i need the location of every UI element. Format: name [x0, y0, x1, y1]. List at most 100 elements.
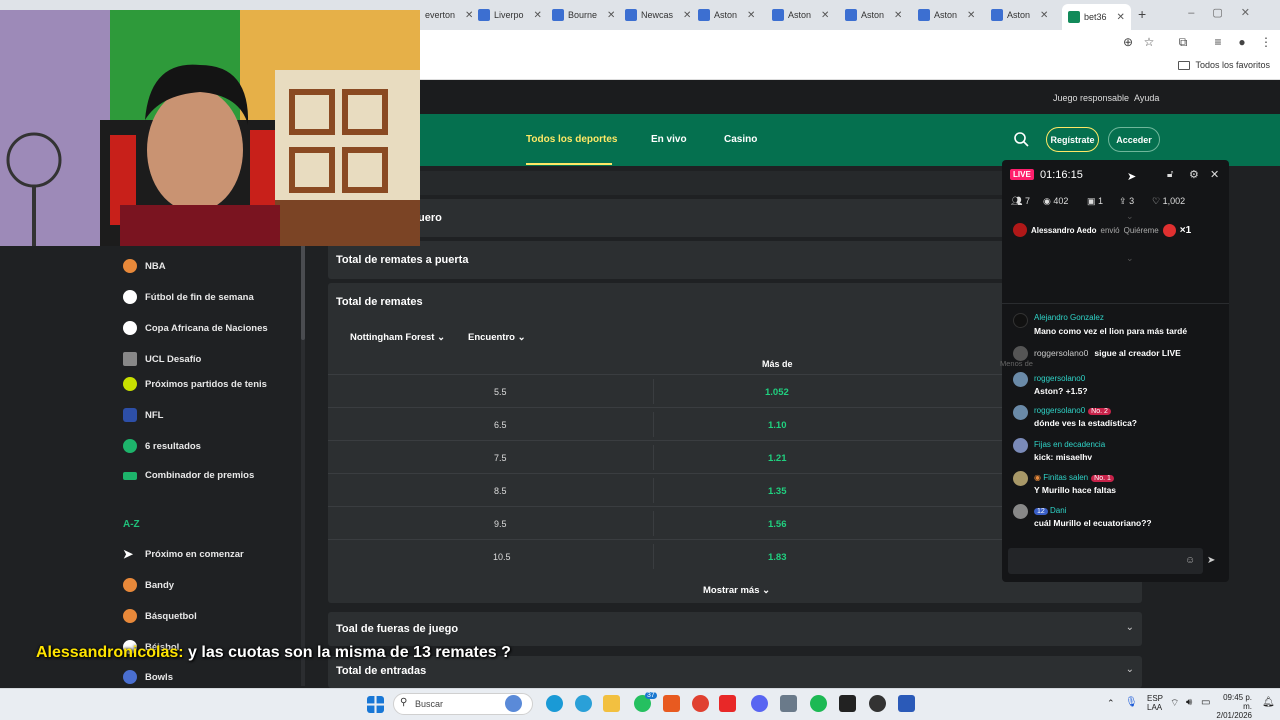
tab-close-icon[interactable]: ✕	[747, 10, 755, 21]
tab-label: everton	[425, 10, 456, 20]
sidebar-item-nba[interactable]: NBA	[123, 259, 166, 273]
profile-avatar[interactable]: ●	[1234, 34, 1250, 50]
browser-tab[interactable]: Aston ✕	[991, 4, 1048, 26]
media-icon[interactable]: ≡	[1210, 34, 1226, 50]
odds-button[interactable]: 1.35	[768, 486, 787, 497]
tab-close-icon[interactable]: ✕	[1117, 12, 1125, 23]
gift-count: ×1	[1179, 224, 1192, 236]
responsible-gambling-link[interactable]: Juego responsable	[1053, 93, 1129, 103]
tab-close-icon[interactable]: ✕	[607, 10, 615, 21]
extensions-icon[interactable]: ⧉	[1175, 34, 1191, 50]
lock-icon[interactable]: 🔓︎	[1167, 169, 1173, 180]
zoom-icon[interactable]: ⊕	[1120, 34, 1136, 50]
tab-favicon-icon	[698, 9, 710, 21]
sidebar-item-six-results[interactable]: 6 resultados	[123, 439, 201, 453]
tab-close-icon[interactable]: ✕	[967, 10, 975, 21]
sidebar-item-prize-combiner[interactable]: Combinador de premios	[123, 470, 254, 481]
odds-button[interactable]: 1.052	[765, 387, 789, 398]
volume-icon[interactable]: 🔊︎	[1186, 697, 1192, 708]
login-button[interactable]: Acceder	[1108, 127, 1160, 152]
sidebar-item-starting-soon[interactable]: ➤ Próximo en comenzar	[123, 547, 244, 561]
clock[interactable]: 09:45 p. m. 2/01/2026	[1212, 693, 1252, 720]
market-bar-offsides[interactable]: Toal de fueras de juego ⌄	[328, 612, 1142, 646]
tab-close-icon[interactable]: ✕	[465, 10, 473, 21]
odds-button[interactable]: 1.83	[768, 552, 787, 563]
sidebar-item-label: Básquetbol	[145, 610, 197, 622]
register-button[interactable]: Regístrate	[1046, 127, 1099, 152]
windows-start-icon[interactable]	[367, 696, 384, 713]
typora-icon[interactable]	[719, 695, 736, 712]
calculator-icon[interactable]	[780, 695, 797, 712]
tab-label: Aston	[788, 10, 812, 20]
word-icon[interactable]	[898, 695, 915, 712]
tab-close-icon[interactable]: ✕	[534, 10, 542, 21]
level-badge: 12	[1034, 508, 1048, 515]
language-indicator[interactable]: ESP LAA	[1147, 694, 1163, 712]
chat-username: Alejandro Gonzalez	[1034, 313, 1104, 322]
spotify-icon[interactable]	[810, 695, 827, 712]
browser-tab[interactable]: Aston ✕	[772, 4, 829, 26]
browser-tab[interactable]: Bourne ✕	[552, 4, 615, 26]
browser-tab[interactable]: Liverpo ✕	[478, 4, 542, 26]
odds-button[interactable]: 1.10	[768, 420, 787, 431]
chat-input[interactable]	[1008, 548, 1203, 574]
chat-username: Fijas en decadencia	[1034, 440, 1106, 449]
sidebar-item-nfl[interactable]: NFL	[123, 408, 163, 422]
tab-close-icon[interactable]: ✕	[821, 10, 829, 21]
line-value: 5.5	[494, 387, 507, 397]
brave-icon[interactable]	[663, 695, 680, 712]
window-controls[interactable]: –▢✕	[1188, 6, 1268, 19]
menu-kebab-icon[interactable]: ⋮	[1258, 34, 1274, 50]
browser-tab[interactable]: Newcas ✕	[625, 4, 691, 26]
tray-chevron-icon[interactable]: ⌃	[1107, 698, 1115, 709]
nav-live[interactable]: En vivo	[651, 134, 687, 145]
obs-icon[interactable]	[869, 695, 886, 712]
bookmark-star-icon[interactable]: ☆	[1141, 34, 1157, 50]
help-link[interactable]: Ayuda	[1134, 93, 1159, 103]
team-filter-dropdown[interactable]: Nottingham Forest ⌄	[350, 332, 445, 343]
new-tab-icon[interactable]: +	[1138, 6, 1146, 22]
clock-time: 09:45 p. m.	[1223, 693, 1252, 711]
notifications-bell-icon[interactable]: 🔔︎	[1262, 697, 1275, 708]
sidebar-item-bowls[interactable]: Bowls	[123, 670, 173, 684]
nav-casino[interactable]: Casino	[724, 134, 757, 145]
chrome-icon[interactable]	[692, 695, 709, 712]
browser-tab[interactable]: Aston ✕	[698, 4, 755, 26]
clock-date: 2/01/2026	[1216, 711, 1252, 720]
tab-close-icon[interactable]: ✕	[894, 10, 902, 21]
widgets-icon[interactable]	[505, 695, 522, 712]
browser-tab[interactable]: Aston ✕	[918, 4, 975, 26]
discord-icon[interactable]	[751, 695, 768, 712]
sidebar-item-tennis[interactable]: Próximos partidos de tenis	[123, 377, 267, 391]
odds-button[interactable]: 1.56	[768, 519, 787, 530]
microphone-icon[interactable]: 🎙︎	[1125, 697, 1138, 708]
edge-icon[interactable]	[546, 695, 563, 712]
settings-icon[interactable]: ⚙	[1189, 168, 1199, 181]
sidebar-item-basketball[interactable]: Básquetbol	[123, 609, 197, 623]
scope-filter-dropdown[interactable]: Encuentro ⌄	[468, 332, 526, 343]
file-explorer-icon[interactable]	[603, 695, 620, 712]
sidebar-item-ucl[interactable]: UCL Desafío	[123, 352, 201, 366]
all-bookmarks[interactable]: Todos los favoritos	[1178, 60, 1270, 70]
show-more-button[interactable]: Mostrar más ⌄	[703, 585, 770, 596]
browser-tab[interactable]: everton ✕	[425, 4, 473, 26]
sidebar-item-bandy[interactable]: Bandy	[123, 578, 174, 592]
tab-close-icon[interactable]: ✕	[683, 10, 691, 21]
send-icon[interactable]: ➤	[1207, 555, 1215, 566]
telegram-icon[interactable]	[575, 695, 592, 712]
browser-tab-active[interactable]: bet36 ✕	[1062, 4, 1131, 30]
tab-close-icon[interactable]: ✕	[1040, 10, 1048, 21]
sidebar-item-weekend-football[interactable]: Fútbol de fin de semana	[123, 290, 254, 304]
wifi-icon[interactable]: ⌔	[1170, 697, 1179, 710]
browser-tab[interactable]: Aston ✕	[845, 4, 902, 26]
battery-icon[interactable]: ▭	[1201, 697, 1210, 708]
search-icon[interactable]	[1013, 131, 1029, 147]
sidebar-item-afcon[interactable]: Copa Africana de Naciones	[123, 321, 268, 335]
tiktok-icon[interactable]	[839, 695, 856, 712]
emoji-icon[interactable]: ☺	[1185, 555, 1195, 566]
close-icon[interactable]: ✕	[1210, 168, 1219, 181]
avatar	[1013, 372, 1028, 387]
odds-button[interactable]: 1.21	[768, 453, 787, 464]
nfl-shield-icon	[123, 408, 137, 422]
nav-all-sports[interactable]: Todos los deportes	[526, 134, 618, 145]
